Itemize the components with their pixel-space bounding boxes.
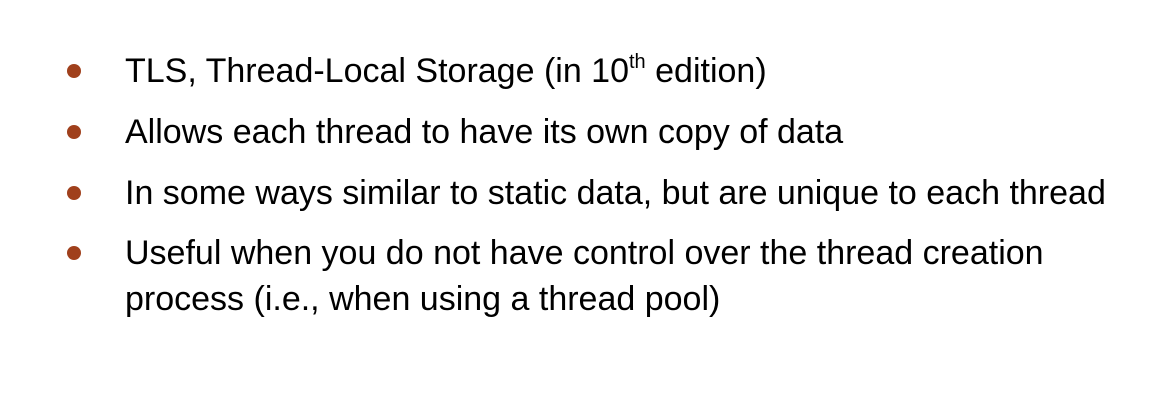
bullet-text: In some ways similar to static data, but… — [125, 174, 1106, 212]
superscript-ordinal: th — [629, 51, 646, 73]
bullet-item-static-data: In some ways similar to static data, but… — [67, 170, 1127, 216]
bullet-dot-icon — [67, 246, 81, 260]
bullet-item-tls: TLS, Thread-Local Storage (in 10th editi… — [67, 48, 1127, 94]
bullet-dot-icon — [67, 186, 81, 200]
bullet-dot-icon — [67, 64, 81, 78]
slide: TLS, Thread-Local Storage (in 10th editi… — [0, 0, 1176, 412]
bullet-item-own-copy: Allows each thread to have its own copy … — [67, 109, 1127, 155]
bullet-text-tail: edition) — [645, 52, 767, 90]
bullet-text: Allows each thread to have its own copy … — [125, 113, 844, 151]
bullet-text: TLS, Thread-Local Storage (in 10th editi… — [125, 52, 767, 90]
bullet-item-thread-pool: Useful when you do not have control over… — [67, 230, 1127, 322]
bullet-text-main: TLS, Thread-Local Storage (in 10 — [125, 52, 629, 90]
bullet-text: Useful when you do not have control over… — [125, 234, 1044, 318]
bullet-list: TLS, Thread-Local Storage (in 10th editi… — [67, 48, 1127, 338]
bullet-dot-icon — [67, 125, 81, 139]
